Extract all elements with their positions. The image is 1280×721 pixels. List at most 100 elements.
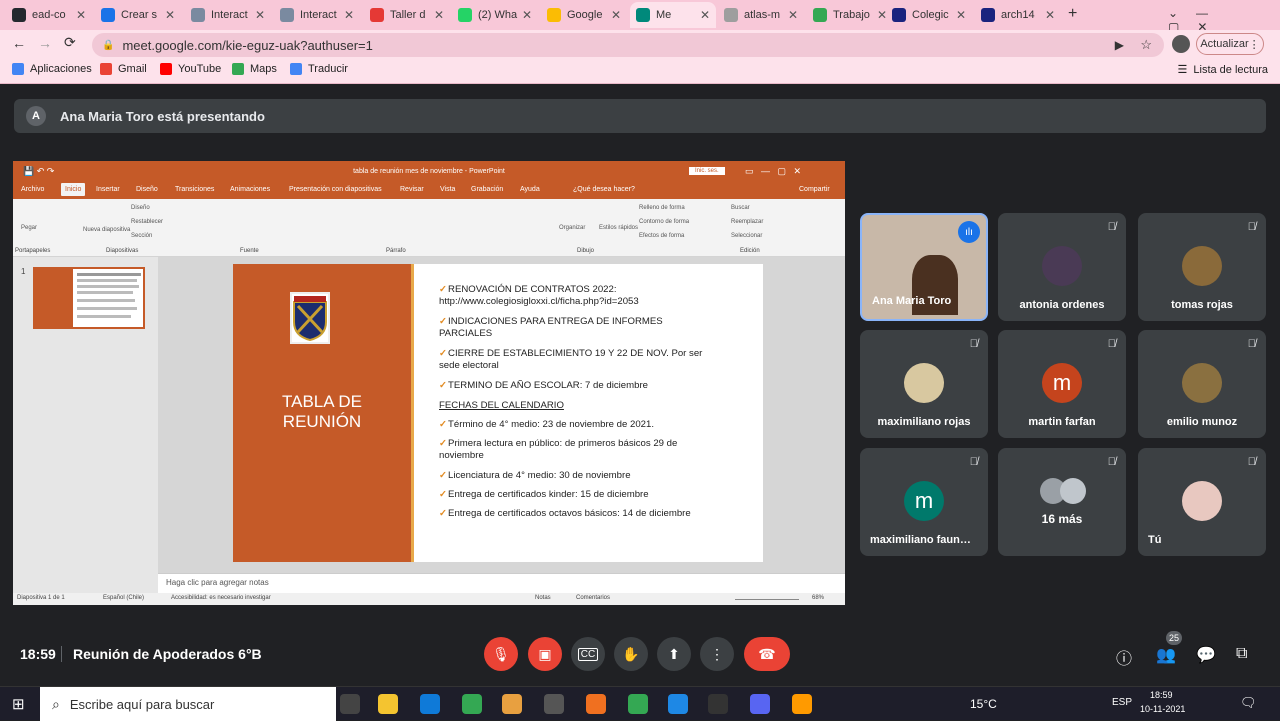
tab-close-icon[interactable]: ✕ [788,8,798,22]
browser-tab[interactable]: Google ✕ [541,2,627,28]
bookmark-item[interactable]: Gmail [100,63,147,75]
browser-tab[interactable]: atlas-m ✕ [718,2,804,28]
browser-tab[interactable]: Me ✕ [630,2,716,28]
url-bar[interactable]: 🔒 meet.google.com/kie-eguz-uak?authuser=… [92,33,1164,57]
participant-tile[interactable]: m 🎙̸ martin farfan [998,330,1126,438]
participant-tile[interactable]: 16 más 🎙̸ [998,448,1126,556]
ribbon-item: Reemplazar [731,219,764,225]
tab-label: Taller d [390,9,426,21]
browser-tab[interactable]: (2) Wha ✕ [452,2,538,28]
ppt-menu-item: Insertar [96,186,120,193]
info-icon[interactable]: ⓘ [1116,645,1132,669]
ppt-menu-item: Vista [440,186,456,193]
app-icon[interactable] [708,694,728,714]
slide-bullet: ✓Licenciatura de 4° medio: 30 de noviemb… [439,470,739,482]
chrome-icon[interactable] [628,694,648,714]
notifications-icon[interactable]: 🗨 [1240,695,1257,711]
browser-tab[interactable]: Interact ✕ [274,2,360,28]
tab-favicon [458,8,472,22]
browser-tab[interactable]: Colegic ✕ [886,2,972,28]
windows-start-icon[interactable]: ⊞ [12,695,25,713]
bookmark-star-icon[interactable]: ☆ [1140,37,1152,53]
leave-call-button[interactable]: ☎ [744,637,790,671]
tab-close-icon[interactable]: ✕ [522,8,532,22]
slide-bullet: ✓Entrega de certificados kinder: 15 de d… [439,489,739,501]
camera-off-button[interactable]: ▣ [528,637,562,671]
taskbar-search[interactable]: ⌕ Escribe aquí para buscar [40,687,336,721]
chrome-icon[interactable] [462,694,482,714]
captions-button[interactable]: CC [571,637,605,671]
ppt-menu-item: Diseño [136,186,158,193]
tab-close-icon[interactable]: ✕ [434,8,444,22]
tab-close-icon[interactable]: ✕ [956,8,966,22]
browser-tab[interactable]: Trabajo ✕ [807,2,893,28]
meeting-time: 18:59 [20,646,56,662]
browser-tab[interactable]: Interact ✕ [185,2,271,28]
task-view-icon[interactable] [340,694,360,714]
camera-icon[interactable]: ▶ [1115,38,1124,52]
participant-tile[interactable]: 🎙̸ antonia ordenes [998,213,1126,321]
reading-list-button[interactable]: ☰ Lista de lectura [1178,63,1268,77]
tab-close-icon[interactable]: ✕ [165,8,175,22]
people-icon[interactable]: 👥 [1156,645,1176,665]
bookmark-icon [160,63,172,75]
status-comments: Comentarios [576,595,611,601]
participant-name: Ana Maria Toro [872,295,952,307]
browser-tab[interactable]: Crear s ✕ [95,2,181,28]
tab-close-icon[interactable]: ✕ [344,8,354,22]
tab-close-icon[interactable]: ✕ [76,8,86,22]
ppt-menu-item: Grabación [471,186,504,193]
ppt-title-bar: 💾 ↶ ↷ tabla de reunión mes de noviembre … [13,161,845,181]
ppt-menu-item: ¿Qué desea hacer? [573,186,635,193]
tab-close-icon[interactable]: ✕ [700,8,710,22]
raise-hand-button[interactable]: ✋ [614,637,648,671]
participant-tile[interactable]: 🎙̸ tomas rojas [1138,213,1266,321]
avast-icon[interactable] [586,694,606,714]
tab-close-icon[interactable]: ✕ [1045,8,1055,22]
thumb-number: 1 [21,267,26,276]
browser-tab[interactable]: Taller d ✕ [364,2,450,28]
clock-time: 18:59 [1150,690,1173,700]
file-explorer-icon[interactable] [378,694,398,714]
participant-tile[interactable]: 🎙̸ emilio munoz [1138,330,1266,438]
edge-icon[interactable] [420,694,440,714]
illustrator-icon[interactable] [792,694,812,714]
new-tab-icon[interactable]: + [1068,5,1077,23]
browser-tab[interactable]: arch14 ✕ [975,2,1061,28]
slide-bullet: ✓Primera lectura en público: de primeros… [439,438,739,462]
clock-date: 10-11-2021 [1140,704,1186,714]
participant-tile[interactable]: m 🎙̸ maximiliano faun… [860,448,988,556]
chat-icon[interactable]: 💬 [1196,645,1216,665]
avatar [1182,246,1222,286]
bookmark-item[interactable]: YouTube [160,63,221,75]
reload-icon[interactable]: ⟳ [64,34,76,51]
mic-off-button[interactable]: 🎙 [484,637,518,671]
forward-icon[interactable]: → [38,35,52,51]
activities-icon[interactable]: ⧉ [1236,645,1247,663]
slide-bullet: ✓CIERRE DE ESTABLECIMIENTO 19 Y 22 DE NO… [439,348,739,372]
participant-tile[interactable]: 🎙̸ Tú [1138,448,1266,556]
present-button[interactable]: ⬆ [657,637,691,671]
participant-name: Tú [1148,534,1162,546]
update-button[interactable]: Actualizar ⋮ [1196,33,1264,55]
thumb-text-line [77,279,137,282]
profile-avatar[interactable] [1172,35,1190,53]
tab-close-icon[interactable]: ✕ [255,8,265,22]
input-language: ESP [1112,697,1133,708]
vscode-icon[interactable] [668,694,688,714]
more-options-button[interactable]: ⋮ [700,637,734,671]
store-icon[interactable] [544,694,564,714]
participant-tile[interactable]: 🎙̸ maximiliano rojas [860,330,988,438]
discord-icon[interactable] [750,694,770,714]
participant-tile[interactable]: ılı Ana Maria Toro [860,213,988,321]
bookmark-item[interactable]: Traducir [290,63,348,75]
tab-favicon [547,8,561,22]
tab-favicon [101,8,115,22]
app-icon[interactable] [502,694,522,714]
bookmark-item[interactable]: Aplicaciones [12,63,92,75]
bookmark-item[interactable]: Maps [232,63,277,75]
status-slide-count: Diapositiva 1 de 1 [17,595,65,601]
tab-close-icon[interactable]: ✕ [611,8,621,22]
browser-tab[interactable]: ead-co ✕ [6,2,92,28]
back-icon[interactable]: ← [12,35,26,51]
